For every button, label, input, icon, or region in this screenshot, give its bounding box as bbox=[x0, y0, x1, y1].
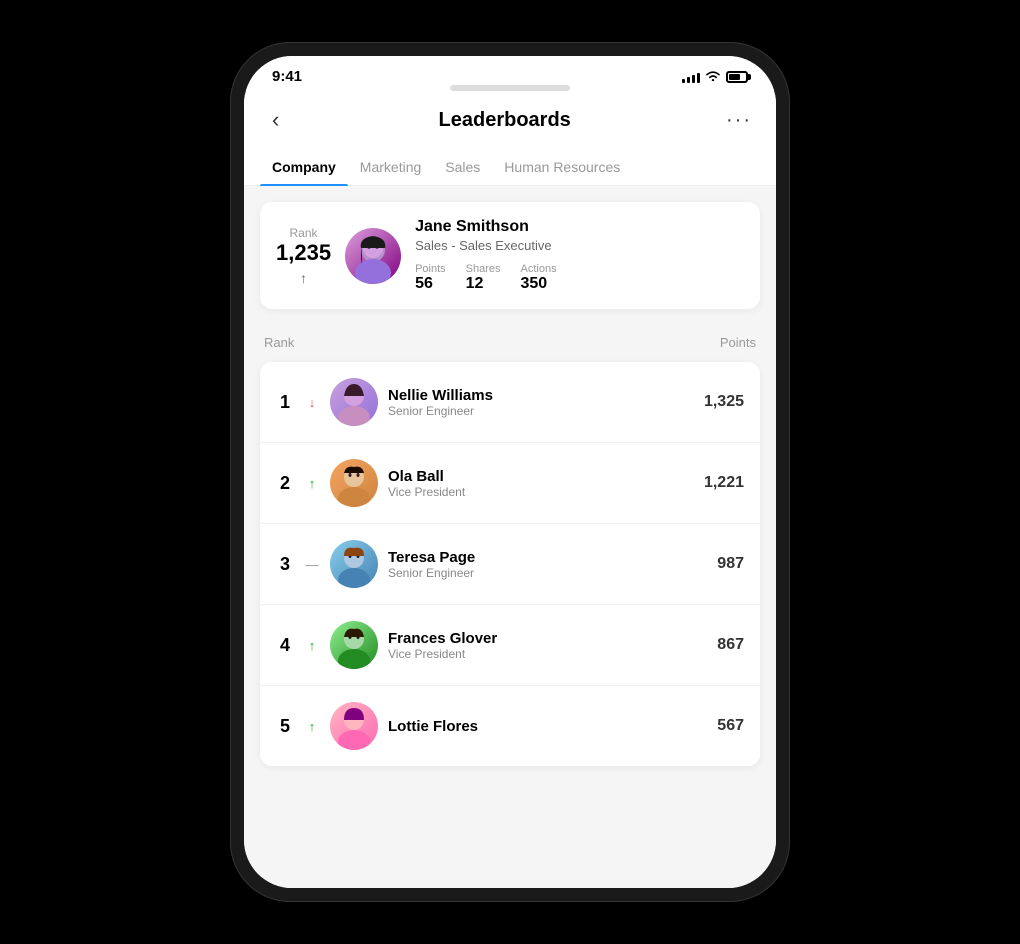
item-rank: 4 bbox=[276, 635, 294, 656]
item-name: Frances Glover bbox=[388, 630, 707, 647]
item-rank: 1 bbox=[276, 392, 294, 413]
item-details: Nellie Williams Senior Engineer bbox=[388, 387, 694, 418]
user-role: Sales - Sales Executive bbox=[415, 238, 744, 253]
leaderboard-list: 1 ↓ Nellie Williams Senior Engin bbox=[260, 362, 760, 766]
stat-actions-label: Actions bbox=[521, 263, 557, 275]
item-details: Ola Ball Vice President bbox=[388, 468, 694, 499]
wifi-icon bbox=[705, 69, 721, 84]
more-button[interactable]: ··· bbox=[726, 109, 752, 132]
stat-shares: Shares 12 bbox=[466, 263, 501, 293]
user-rank-section: Rank 1,235 ↑ bbox=[276, 226, 331, 286]
user-avatar bbox=[345, 228, 401, 284]
phone-frame: 9:41 bbox=[230, 42, 790, 902]
rank-number: 1,235 bbox=[276, 240, 331, 266]
column-points-label: Points bbox=[720, 335, 756, 350]
status-time: 9:41 bbox=[272, 68, 302, 85]
user-stats: Points 56 Shares 12 Actions 350 bbox=[415, 263, 744, 293]
stat-points-label: Points bbox=[415, 263, 446, 275]
item-name: Nellie Williams bbox=[388, 387, 694, 404]
trend-icon: — bbox=[304, 557, 320, 572]
item-details: Lottie Flores bbox=[388, 718, 707, 735]
back-button[interactable]: ‹ bbox=[268, 103, 283, 137]
avatar bbox=[330, 621, 378, 669]
item-name: Teresa Page bbox=[388, 549, 707, 566]
table-row[interactable]: 5 ↑ Lottie Flores bbox=[260, 686, 760, 766]
avatar bbox=[330, 540, 378, 588]
content-area: Rank 1,235 ↑ bbox=[244, 186, 776, 888]
item-details: Teresa Page Senior Engineer bbox=[388, 549, 707, 580]
table-row[interactable]: 2 ↑ Ola Ball Vice President bbox=[260, 443, 760, 524]
user-card: Rank 1,235 ↑ bbox=[260, 202, 760, 309]
item-points: 1,221 bbox=[704, 474, 744, 492]
user-name: Jane Smithson bbox=[415, 218, 744, 236]
signal-icon bbox=[682, 71, 700, 83]
item-title: Vice President bbox=[388, 485, 694, 499]
status-icons bbox=[682, 69, 748, 84]
trend-icon: ↓ bbox=[304, 395, 320, 410]
item-name: Lottie Flores bbox=[388, 718, 707, 735]
table-header: Rank Points bbox=[260, 329, 760, 356]
item-rank: 3 bbox=[276, 554, 294, 575]
item-points: 567 bbox=[717, 717, 744, 735]
item-name: Ola Ball bbox=[388, 468, 694, 485]
stat-actions-value: 350 bbox=[521, 275, 557, 293]
item-rank: 2 bbox=[276, 473, 294, 494]
battery-icon bbox=[726, 71, 748, 83]
trend-icon: ↑ bbox=[304, 476, 320, 491]
user-info: Jane Smithson Sales - Sales Executive Po… bbox=[415, 218, 744, 293]
table-row[interactable]: 1 ↓ Nellie Williams Senior Engin bbox=[260, 362, 760, 443]
item-title: Senior Engineer bbox=[388, 404, 694, 418]
phone-screen: 9:41 bbox=[244, 56, 776, 888]
header: ‹ Leaderboards ··· bbox=[244, 95, 776, 149]
tab-bar: Company Marketing Sales Human Resources bbox=[244, 149, 776, 186]
item-points: 867 bbox=[717, 636, 744, 654]
notch-area bbox=[244, 85, 776, 91]
tab-company[interactable]: Company bbox=[260, 149, 348, 185]
page-title: Leaderboards bbox=[439, 109, 571, 132]
table-row[interactable]: 4 ↑ Frances Glover Vice Presiden bbox=[260, 605, 760, 686]
notch bbox=[450, 85, 570, 91]
tab-marketing[interactable]: Marketing bbox=[348, 149, 433, 185]
table-row[interactable]: 3 — Teresa Page Senior Engineer bbox=[260, 524, 760, 605]
stat-actions: Actions 350 bbox=[521, 263, 557, 293]
trend-icon: ↑ bbox=[304, 638, 320, 653]
stat-shares-label: Shares bbox=[466, 263, 501, 275]
stat-points: Points 56 bbox=[415, 263, 446, 293]
avatar bbox=[330, 378, 378, 426]
stat-points-value: 56 bbox=[415, 275, 446, 293]
avatar bbox=[330, 459, 378, 507]
rank-trend-icon: ↑ bbox=[300, 270, 307, 286]
item-title: Vice President bbox=[388, 647, 707, 661]
item-points: 987 bbox=[717, 555, 744, 573]
stat-shares-value: 12 bbox=[466, 275, 501, 293]
trend-icon: ↑ bbox=[304, 719, 320, 734]
rank-label: Rank bbox=[290, 226, 318, 240]
item-title: Senior Engineer bbox=[388, 566, 707, 580]
column-rank-label: Rank bbox=[264, 335, 294, 350]
tab-hr[interactable]: Human Resources bbox=[492, 149, 632, 185]
item-points: 1,325 bbox=[704, 393, 744, 411]
tab-sales[interactable]: Sales bbox=[433, 149, 492, 185]
item-details: Frances Glover Vice President bbox=[388, 630, 707, 661]
item-rank: 5 bbox=[276, 716, 294, 737]
avatar bbox=[330, 702, 378, 750]
